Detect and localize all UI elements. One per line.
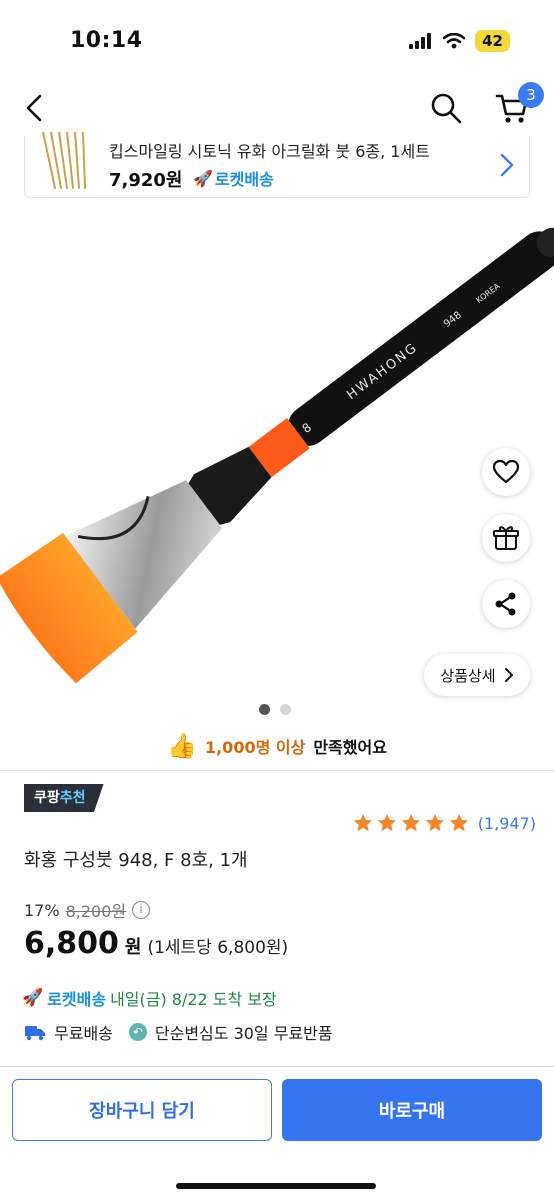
cart-button[interactable]: 3 bbox=[494, 82, 544, 126]
bundle-product-card[interactable]: 킵스마일링 시토닉 유화 아크릴화 붓 6종, 1세트 7,920원 🚀 로켓배… bbox=[24, 132, 530, 198]
rating[interactable]: (1,947) bbox=[352, 812, 536, 834]
delivery-eta: 내일(금) 8/22 도착 보장 bbox=[110, 990, 277, 1009]
price-unit: 원 bbox=[124, 937, 142, 958]
star-icon bbox=[425, 813, 444, 832]
share-button[interactable] bbox=[482, 580, 530, 628]
chevron-right-icon bbox=[504, 668, 513, 682]
cart-count-badge: 3 bbox=[518, 82, 544, 108]
bottom-action-bar: 장바구니 담기 바로구매 bbox=[0, 1066, 554, 1200]
carousel-dot-active[interactable] bbox=[259, 704, 270, 715]
bundle-rocket-delivery: 🚀 로켓배송 bbox=[193, 166, 274, 190]
cellular-signal-icon bbox=[409, 33, 432, 49]
back-button[interactable] bbox=[18, 90, 54, 126]
rocket-icon: 🚀 bbox=[193, 168, 213, 188]
star-icon bbox=[449, 813, 468, 832]
chevron-right-icon bbox=[500, 153, 514, 177]
carousel-dots bbox=[259, 704, 291, 715]
unit-price: (1세트당 6,800원) bbox=[147, 938, 289, 958]
discount-row: 17% 8,200원 i bbox=[24, 898, 151, 922]
rocket-delivery-row: 🚀 로켓배송 내일(금) 8/22 도착 보장 bbox=[22, 986, 277, 1010]
recommend-label: 추천 bbox=[59, 790, 86, 806]
rocket-icon: 🚀 bbox=[22, 988, 44, 1008]
buy-now-button[interactable]: 바로구매 bbox=[282, 1079, 542, 1141]
bundle-price: 7,920원 bbox=[109, 170, 183, 191]
search-icon bbox=[431, 93, 462, 124]
star-icon bbox=[401, 813, 420, 832]
satisfaction-highlight: 1,000명 이상 bbox=[204, 738, 306, 757]
gift-icon bbox=[493, 526, 519, 550]
free-shipping-label: 무료배송 bbox=[54, 1024, 113, 1043]
original-price: 8,200원 bbox=[65, 902, 127, 921]
star-icon bbox=[377, 813, 396, 832]
product-image[interactable]: HWAHONG 948 KOREA 8 bbox=[0, 200, 554, 700]
benefits-row: 무료배송 ↶ 단순변심도 30일 무료반품 bbox=[24, 1020, 333, 1044]
bundle-thumbnail bbox=[42, 132, 86, 189]
free-return-label: 단순변심도 30일 무료반품 bbox=[154, 1024, 333, 1043]
status-time: 10:14 bbox=[70, 28, 143, 53]
coupang-recommend-badge: 쿠팡추천 bbox=[24, 784, 104, 812]
wifi-icon bbox=[443, 33, 466, 49]
review-count-link[interactable]: (1,947) bbox=[478, 814, 536, 833]
recommend-brand: 쿠팡 bbox=[34, 790, 60, 806]
home-indicator bbox=[176, 1183, 376, 1189]
heart-icon bbox=[492, 459, 520, 484]
info-icon[interactable]: i bbox=[132, 901, 151, 919]
rocket-delivery-label: 로켓배송 bbox=[47, 990, 107, 1009]
bundle-delivery-label: 로켓배송 bbox=[214, 170, 274, 189]
battery-indicator: 42 bbox=[475, 30, 510, 52]
thumbs-up-icon: 👍 bbox=[167, 732, 197, 760]
return-icon: ↶ bbox=[128, 1023, 147, 1041]
back-arrow-icon bbox=[26, 94, 42, 122]
product-detail-button[interactable]: 상품상세 bbox=[424, 654, 530, 696]
satisfaction-text: 만족했어요 bbox=[313, 738, 387, 757]
product-title: 화홍 구성붓 948, F 8호, 1개 bbox=[24, 850, 248, 871]
nav-bar: 3 bbox=[0, 80, 554, 136]
product-detail-label: 상품상세 bbox=[440, 666, 496, 685]
satisfaction-banner: 👍 1,000명 이상 만족했어요 bbox=[0, 726, 554, 766]
section-divider bbox=[0, 770, 554, 771]
gift-button[interactable] bbox=[482, 514, 530, 562]
search-button[interactable] bbox=[428, 90, 464, 126]
wishlist-button[interactable] bbox=[482, 448, 530, 496]
carousel-dot[interactable] bbox=[280, 704, 291, 715]
price-row: 6,800 원 (1세트당 6,800원) bbox=[24, 926, 288, 961]
status-icons: 42 bbox=[409, 30, 510, 52]
bundle-title: 킵스마일링 시토닉 유화 아크릴화 붓 6종, 1세트 bbox=[109, 142, 430, 161]
add-to-cart-button[interactable]: 장바구니 담기 bbox=[12, 1079, 272, 1141]
truck-icon bbox=[25, 1026, 45, 1041]
star-icon bbox=[353, 813, 372, 832]
share-icon bbox=[495, 592, 516, 616]
sale-price: 6,800 bbox=[24, 926, 119, 961]
discount-rate: 17% bbox=[24, 900, 60, 920]
status-bar: 10:14 42 bbox=[0, 0, 554, 80]
